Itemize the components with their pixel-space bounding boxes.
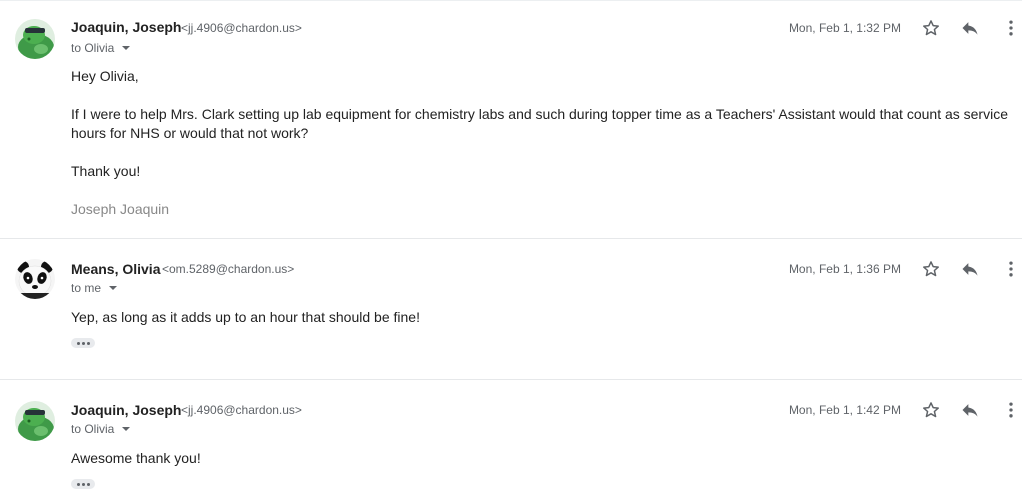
sender-email: <om.5289@chardon.us>	[162, 262, 295, 276]
show-trimmed-content-button[interactable]	[71, 479, 95, 489]
message-1: Joaquin, Joseph <jj.4906@chardon.us> to …	[0, 0, 1022, 239]
signature-text: Joseph Joaquin	[71, 201, 170, 217]
more-vertical-icon	[1009, 402, 1013, 418]
more-options-button[interactable]	[1001, 18, 1021, 38]
caret-down-icon	[122, 427, 131, 431]
star-button[interactable]	[921, 400, 941, 420]
sender-email: <jj.4906@chardon.us>	[181, 403, 302, 417]
ellipsis-dot	[81, 482, 85, 486]
more-options-button[interactable]	[1001, 400, 1021, 420]
reply-icon	[962, 404, 978, 417]
ellipsis-dot	[86, 482, 90, 486]
body-paragraph: If I were to help Mrs. Clark setting up …	[71, 106, 1008, 141]
ellipsis-dot	[76, 482, 80, 486]
sender-name: Joaquin, Joseph	[71, 402, 182, 418]
ellipsis-dot	[76, 341, 80, 345]
recipient-label: to me	[71, 281, 102, 295]
caret-down-icon	[109, 286, 118, 290]
star-outline-icon	[923, 20, 939, 36]
recipient-label: to Olivia	[71, 41, 115, 55]
star-outline-icon	[923, 261, 939, 277]
sender-email: <jj.4906@chardon.us>	[181, 21, 302, 35]
reply-button[interactable]	[960, 400, 980, 420]
more-vertical-icon	[1009, 20, 1013, 36]
panda-avatar-icon[interactable]	[15, 259, 55, 299]
closing-text: Thank you!	[71, 163, 141, 179]
message-3: Joaquin, Joseph <jj.4906@chardon.us> to …	[0, 380, 1022, 499]
body-text: Awesome thank you!	[71, 450, 201, 466]
body-text: Yep, as long as it adds up to an hour th…	[71, 309, 420, 325]
caret-down-icon	[122, 46, 131, 50]
message-date: Mon, Feb 1, 1:36 PM	[788, 262, 901, 276]
recipient-details-toggle[interactable]: to Olivia	[71, 41, 131, 55]
reply-button[interactable]	[960, 259, 980, 279]
recipient-details-toggle[interactable]: to me	[71, 281, 118, 295]
ellipsis-dot	[81, 341, 85, 345]
message-body: Yep, as long as it adds up to an hour th…	[71, 308, 1016, 327]
star-button[interactable]	[921, 18, 941, 38]
star-button[interactable]	[921, 259, 941, 279]
greeting-text: Hey Olivia,	[71, 68, 139, 84]
sender-name: Joaquin, Joseph	[71, 19, 182, 35]
message-date: Mon, Feb 1, 1:42 PM	[788, 403, 901, 417]
reply-icon	[962, 263, 978, 276]
email-thread: Joaquin, Joseph <jj.4906@chardon.us> to …	[0, 0, 1035, 499]
turtle-avatar-icon[interactable]	[15, 19, 55, 59]
reply-icon	[962, 22, 978, 35]
recipient-label: to Olivia	[71, 422, 115, 436]
ellipsis-dot	[86, 341, 90, 345]
more-options-button[interactable]	[1001, 259, 1021, 279]
more-vertical-icon	[1009, 261, 1013, 277]
star-outline-icon	[923, 402, 939, 418]
show-trimmed-content-button[interactable]	[71, 338, 95, 348]
reply-button[interactable]	[960, 18, 980, 38]
message-body: Awesome thank you!	[71, 449, 1016, 468]
recipient-details-toggle[interactable]: to Olivia	[71, 422, 131, 436]
message-2: Means, Olivia <om.5289@chardon.us> to me…	[0, 239, 1022, 380]
turtle-avatar-icon[interactable]	[15, 401, 55, 441]
message-date: Mon, Feb 1, 1:32 PM	[788, 21, 901, 35]
message-body: Hey Olivia, If I were to help Mrs. Clark…	[71, 67, 1016, 219]
sender-name: Means, Olivia	[71, 261, 161, 277]
